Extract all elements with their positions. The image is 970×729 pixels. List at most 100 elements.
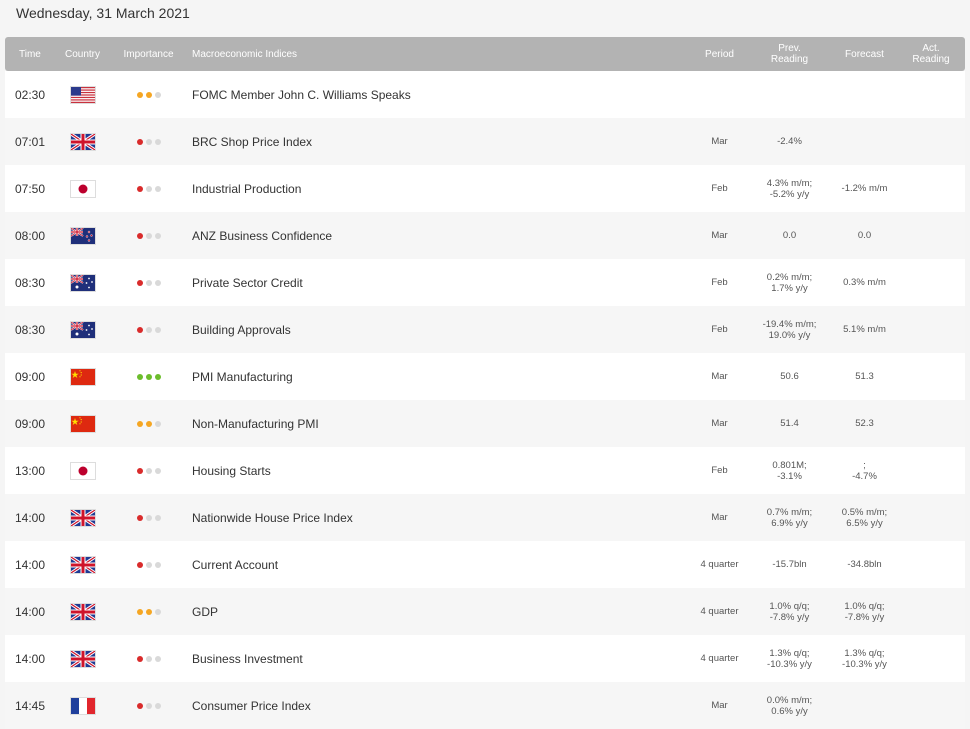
australia-flag-icon — [70, 321, 95, 338]
event-period: Mar — [711, 371, 728, 382]
importance-dot — [155, 608, 161, 615]
event-name[interactable]: Non-Manufacturing PMI — [187, 417, 692, 431]
table-row[interactable]: 14:00 Current Account 4 quarter -15.7bln… — [5, 541, 965, 588]
value-line: 0.0 — [857, 230, 872, 241]
importance-indicator — [110, 185, 187, 192]
table-row[interactable]: 08:30 Private Sector Credit Feb 0.2% m/m… — [5, 259, 965, 306]
table-row[interactable]: 14:00 Nationwide House Price Index Mar 0… — [5, 494, 965, 541]
value-line: 6.9% y/y — [771, 517, 808, 529]
prev-reading: 0.0% m/m; 0.6% y/y — [747, 695, 832, 717]
value-line: -15.7bln — [772, 559, 807, 570]
table-row[interactable]: 02:30 FOMC Member John C. Williams Speak… — [5, 71, 965, 118]
country-cell — [55, 697, 110, 714]
event-name[interactable]: Current Account — [187, 558, 692, 572]
japan-flag-icon — [70, 180, 95, 197]
importance-dot — [155, 514, 161, 521]
event-name[interactable]: Private Sector Credit — [187, 276, 692, 290]
importance-indicator — [110, 91, 187, 98]
forecast-value: 1.0% q/q; -7.8% y/y — [832, 601, 897, 623]
event-name[interactable]: ANZ Business Confidence — [187, 229, 692, 243]
table-row[interactable]: 09:00 Non-Manufacturing PMI Mar 51.4 52.… — [5, 400, 965, 447]
importance-cell — [110, 326, 187, 333]
prev-reading: 50.6 — [747, 371, 832, 382]
importance-indicator — [110, 655, 187, 662]
table-row[interactable]: 14:00 Business Investment 4 quarter 1.3%… — [5, 635, 965, 682]
importance-dot — [155, 420, 161, 427]
country-cell — [55, 368, 110, 385]
value-line: -4.7% — [852, 470, 877, 482]
value-line: 1.0% q/q; — [844, 600, 885, 612]
event-period: 4 quarter — [700, 606, 739, 617]
event-name[interactable]: Building Approvals — [187, 323, 692, 337]
importance-dot — [155, 561, 161, 568]
event-name[interactable]: Industrial Production — [187, 182, 692, 196]
event-name[interactable]: GDP — [187, 605, 692, 619]
event-time: 02:30 — [15, 87, 46, 102]
header-country[interactable]: Country — [55, 49, 110, 60]
table-row[interactable]: 08:00 ANZ Business Confidence Mar 0.0 0.… — [5, 212, 965, 259]
event-name[interactable]: Consumer Price Index — [187, 699, 692, 713]
importance-indicator — [110, 467, 187, 474]
event-name[interactable]: FOMC Member John C. Williams Speaks — [187, 88, 692, 102]
header-actual-reading[interactable]: Act. Reading — [897, 43, 965, 65]
importance-indicator — [110, 514, 187, 521]
importance-dot — [155, 373, 161, 380]
importance-cell — [110, 608, 187, 615]
importance-cell — [110, 373, 187, 380]
importance-dot — [146, 514, 152, 521]
france-flag-icon — [70, 697, 95, 714]
table-row[interactable]: 08:30 Building Approvals Feb -19.4% m/m;… — [5, 306, 965, 353]
value-line: 52.3 — [855, 418, 874, 429]
header-importance[interactable]: Importance — [110, 49, 187, 60]
importance-dot — [155, 702, 161, 709]
event-period: Feb — [711, 465, 728, 476]
country-cell — [55, 603, 110, 620]
importance-cell — [110, 467, 187, 474]
event-time: 14:00 — [15, 651, 46, 666]
table-row[interactable]: 14:45 Consumer Price Index Mar 0.0% m/m;… — [5, 682, 965, 729]
value-line: 0.0% m/m; — [766, 694, 813, 706]
value-line: -10.3% y/y — [842, 658, 887, 670]
event-time: 14:45 — [15, 698, 46, 713]
importance-dot — [137, 420, 143, 427]
country-cell — [55, 556, 110, 573]
value-line: 0.6% y/y — [771, 705, 808, 717]
forecast-value: -34.8bln — [832, 559, 897, 570]
event-name[interactable]: Nationwide House Price Index — [187, 511, 692, 525]
china-flag-icon — [70, 415, 95, 432]
event-period: 4 quarter — [700, 559, 739, 570]
value-line: 1.7% y/y — [771, 282, 808, 294]
importance-dot — [155, 232, 161, 239]
value-line: 1.0% q/q; — [769, 600, 810, 612]
header-time[interactable]: Time — [5, 49, 55, 60]
importance-dot — [137, 185, 143, 192]
table-row[interactable]: 09:00 PMI Manufacturing Mar 50.6 51.3 — [5, 353, 965, 400]
country-cell — [55, 180, 110, 197]
table-row[interactable]: 14:00 GDP 4 quarter 1.0% q/q; -7.8% y/y 1… — [5, 588, 965, 635]
header-prev-reading[interactable]: Prev. Reading — [747, 43, 832, 65]
importance-cell — [110, 91, 187, 98]
us-flag-icon — [70, 86, 95, 103]
table-row[interactable]: 07:01 BRC Shop Price Index Mar -2.4% — [5, 118, 965, 165]
importance-cell — [110, 232, 187, 239]
table-row[interactable]: 13:00 Housing Starts Feb 0.801M; -3.1% ; -… — [5, 447, 965, 494]
prev-reading: 1.0% q/q; -7.8% y/y — [747, 601, 832, 623]
event-name[interactable]: Business Investment — [187, 652, 692, 666]
importance-cell — [110, 420, 187, 427]
header-forecast[interactable]: Forecast — [832, 49, 897, 60]
table-row[interactable]: 07:50 Industrial Production Feb 4.3% m/m… — [5, 165, 965, 212]
australia-flag-icon — [70, 274, 95, 291]
china-flag-icon — [70, 368, 95, 385]
header-indices[interactable]: Macroeconomic Indices — [187, 49, 692, 60]
importance-dot — [137, 514, 143, 521]
header-period[interactable]: Period — [692, 49, 747, 60]
event-time: 14:00 — [15, 557, 46, 572]
importance-dot — [137, 561, 143, 568]
event-name[interactable]: Housing Starts — [187, 464, 692, 478]
importance-indicator — [110, 420, 187, 427]
importance-dot — [146, 91, 152, 98]
importance-indicator — [110, 373, 187, 380]
value-line: ; — [863, 459, 866, 471]
event-name[interactable]: PMI Manufacturing — [187, 370, 692, 384]
event-name[interactable]: BRC Shop Price Index — [187, 135, 692, 149]
